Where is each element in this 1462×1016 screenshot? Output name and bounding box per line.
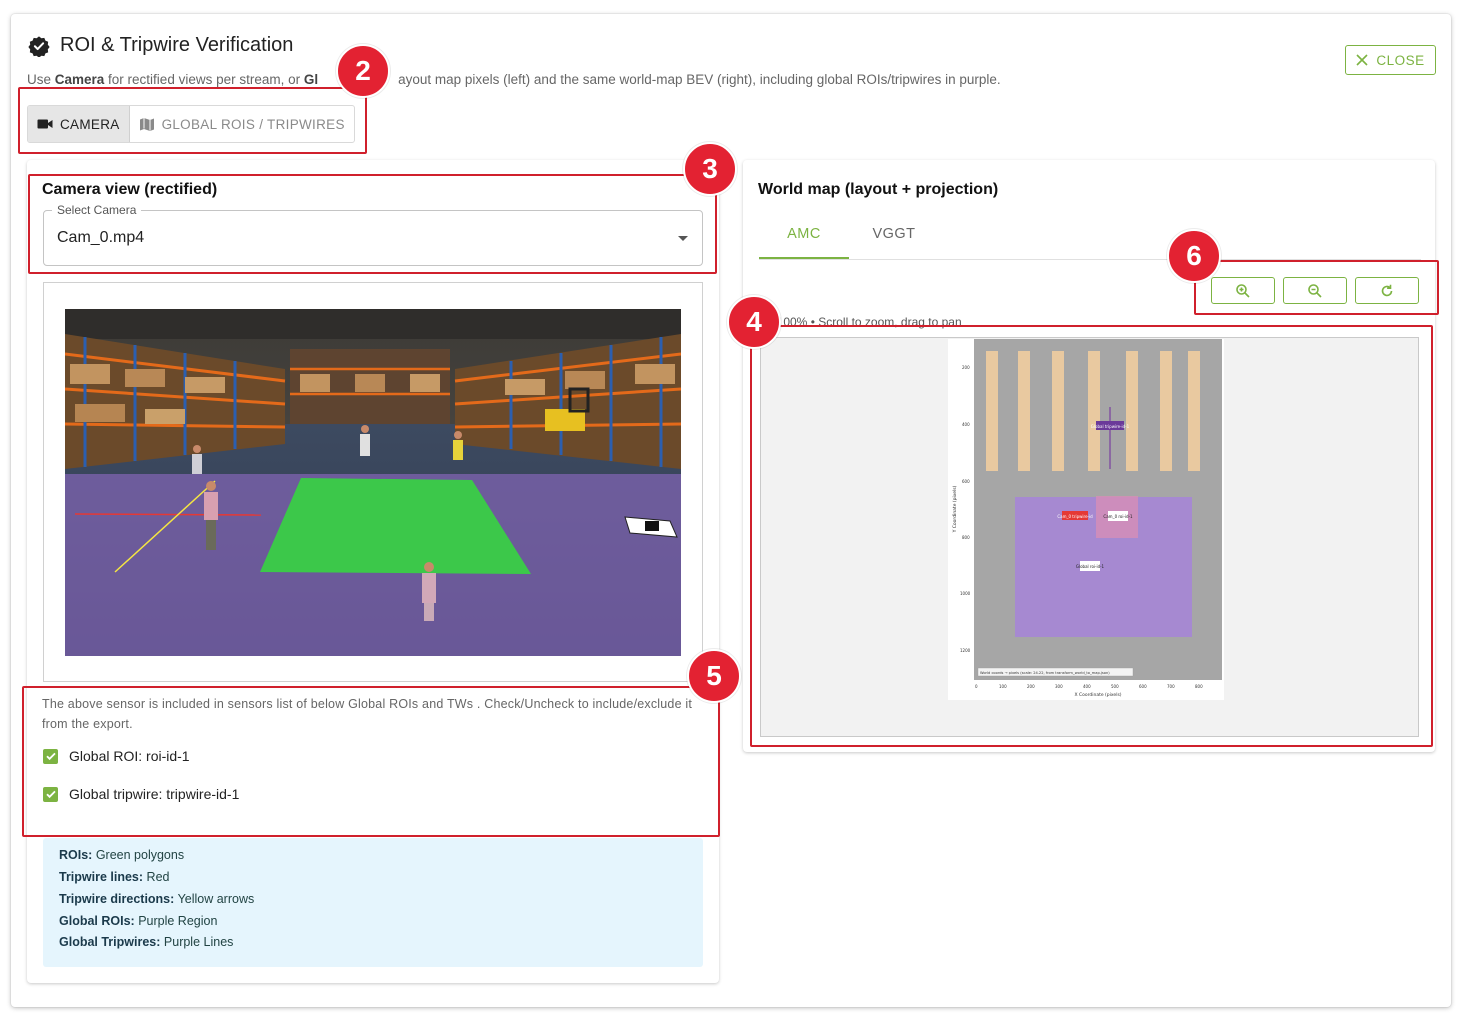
zoom-in-button[interactable] — [1211, 277, 1275, 304]
close-label: CLOSE — [1376, 52, 1425, 68]
zoom-in-icon — [1236, 283, 1250, 298]
x-tick: 700 — [1167, 684, 1175, 689]
annotation-badge-5: 5 — [687, 649, 741, 703]
x-tick: 200 — [1027, 684, 1035, 689]
tripwire-line — [74, 513, 262, 516]
zoom-status: m: 100% • Scroll to zoom, drag to pan — [760, 315, 962, 329]
footer-note: World coords → pixels (scale: 24.22, fro… — [980, 671, 1110, 675]
x-tick: 600 — [1139, 684, 1147, 689]
dialog-title: ROI & Tripwire Verification — [60, 34, 294, 56]
legend-key: Global ROIs: — [59, 914, 135, 928]
subtitle-text-mid: for rectified views per stream, or — [104, 72, 304, 87]
subtitle-text: Use — [27, 72, 55, 87]
global-tripwire-checkbox[interactable] — [43, 786, 58, 802]
refresh-icon — [1381, 284, 1393, 296]
y-axis-label: Y Coordinate (pixels) — [952, 485, 958, 533]
global-tripwire-check-label: Global tripwire: tripwire-id-1 — [69, 786, 240, 802]
close-button[interactable]: CLOSE — [1345, 45, 1436, 75]
ceiling-dark — [65, 309, 681, 339]
reset-zoom-button[interactable] — [1355, 277, 1419, 304]
verified-badge-icon — [28, 35, 50, 57]
x-tick: 500 — [1111, 684, 1119, 689]
shelving-center — [290, 349, 450, 424]
check-icon — [45, 790, 56, 799]
y-tick: 1000 — [960, 591, 971, 596]
global-roi-checkbox[interactable] — [43, 748, 58, 764]
global-roi-check-label: Global ROI: roi-id-1 — [69, 748, 190, 764]
chevron-down-icon[interactable] — [678, 236, 688, 241]
dialog-subtitle: Use Camera for rectified views per strea… — [27, 72, 1001, 87]
legend-key: Global Tripwires: — [59, 935, 161, 949]
tab-amc[interactable]: AMC — [759, 226, 849, 242]
legend-global-tripwires: Global Tripwires: Purple Lines — [59, 935, 233, 949]
global-roi-check-row[interactable]: Global ROI: roi-id-1 — [43, 748, 190, 764]
color-legend: ROIs: Green polygons Tripwire lines: Red… — [43, 838, 703, 967]
y-tick: 600 — [962, 479, 970, 484]
rectified-camera-image[interactable] — [65, 309, 681, 656]
legend-value: Yellow arrows — [177, 892, 255, 906]
legend-key: Tripwire lines: — [59, 870, 144, 884]
zoom-out-icon — [1308, 283, 1322, 298]
view-toggle-group: CAMERA GLOBAL ROIS / TRIPWIRES — [27, 105, 355, 143]
tripwire-label: Cam_0 tripwire-id — [1057, 514, 1093, 519]
annotation-badge-4: 4 — [727, 295, 781, 349]
sensor-note: The above sensor is included in sensors … — [42, 697, 693, 731]
x-axis-label: X Coordinate (pixels) — [1074, 692, 1121, 698]
y-tick: 800 — [962, 535, 970, 540]
subtitle-text-rest: ayout map pixels (left) and the same wor… — [398, 72, 1001, 87]
camera-view-title: Camera view (rectified) — [42, 181, 218, 198]
annotation-badge-6: 6 — [1167, 229, 1221, 283]
camera-select-label: Select Camera — [52, 203, 142, 217]
annotation-badge-2: 2 — [336, 44, 390, 98]
videocam-icon — [37, 119, 53, 129]
map-tabs: AMC VGGT — [759, 210, 1421, 260]
zoom-out-button[interactable] — [1283, 277, 1347, 304]
x-tick: 100 — [999, 684, 1007, 689]
active-tab-indicator — [759, 257, 849, 259]
legend-value: Green polygons — [95, 848, 185, 862]
x-tick: 400 — [1083, 684, 1091, 689]
global-tripwire-check-row[interactable]: Global tripwire: tripwire-id-1 — [43, 786, 239, 802]
legend-tripwire-lines: Tripwire lines: Red — [59, 870, 169, 884]
dialog-header: ROI & Tripwire Verification — [28, 34, 293, 57]
world-map-plot[interactable]: Global tripwire-id-1 Cam_0 tripwire-id C… — [948, 339, 1224, 700]
world-map-title: World map (layout + projection) — [758, 181, 999, 198]
subtitle-camera-bold: Camera — [54, 72, 105, 87]
cam-roi-label: Cam_0 roi-id-1 — [1103, 514, 1133, 519]
global-tripwire-label: Global tripwire-id-1 — [1091, 424, 1130, 429]
y-tick: 200 — [962, 365, 970, 370]
x-tick: 300 — [1055, 684, 1063, 689]
global-rois-toggle-label: GLOBAL ROIS / TRIPWIRES — [161, 116, 345, 132]
check-icon — [45, 752, 56, 761]
global-roi-label: Global roi-id-1 — [1076, 564, 1105, 569]
camera-toggle-label: CAMERA — [60, 116, 120, 132]
legend-key: Tripwire directions: — [59, 892, 175, 906]
subtitle-global-bold: Gl — [303, 72, 319, 87]
legend-key: ROIs: — [59, 848, 93, 862]
legend-tripwire-directions: Tripwire directions: Yellow arrows — [59, 892, 254, 906]
tab-vggt[interactable]: VGGT — [849, 226, 939, 242]
legend-value: Purple Region — [138, 914, 218, 928]
close-icon — [1356, 54, 1368, 66]
legend-global-rois: Global ROIs: Purple Region — [59, 914, 217, 928]
legend-value: Red — [146, 870, 170, 884]
y-tick: 1200 — [960, 648, 971, 653]
x-tick: 800 — [1195, 684, 1203, 689]
annotation-badge-3: 3 — [683, 142, 737, 196]
y-tick: 400 — [962, 422, 970, 427]
legend-rois: ROIs: Green polygons — [59, 848, 184, 862]
global-rois-toggle[interactable]: GLOBAL ROIS / TRIPWIRES — [130, 106, 354, 142]
map-icon — [139, 118, 154, 131]
rack-rows — [986, 351, 1200, 471]
legend-value: Purple Lines — [163, 935, 234, 949]
camera-select-value: Cam_0.mp4 — [57, 229, 145, 246]
camera-toggle[interactable]: CAMERA — [28, 106, 130, 142]
